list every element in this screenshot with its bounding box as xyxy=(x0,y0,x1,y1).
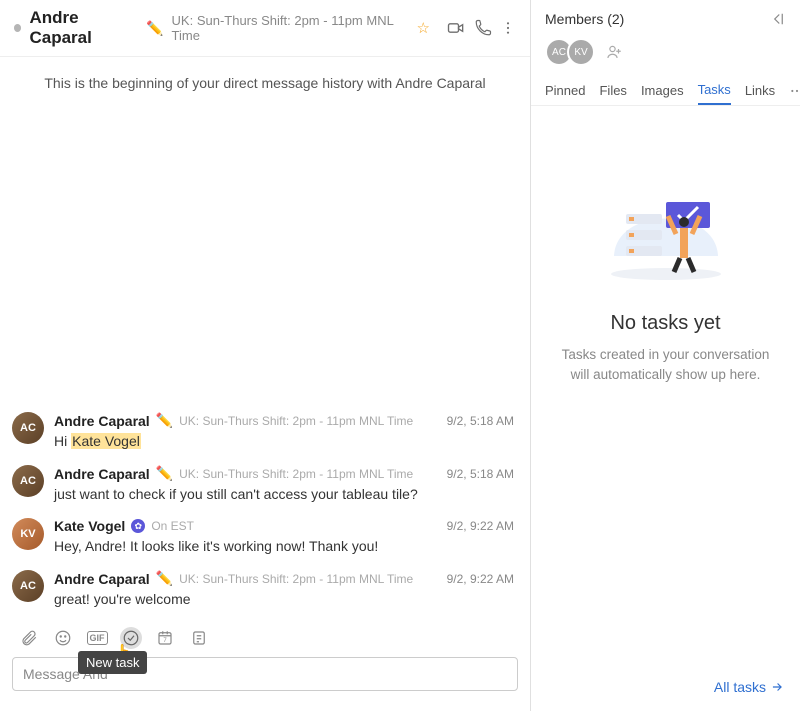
calendar-icon[interactable]: 7 xyxy=(154,627,176,649)
attach-icon[interactable] xyxy=(18,627,40,649)
author-status-emoji: ✏️ xyxy=(156,412,173,429)
author-badge-icon: ✿ xyxy=(131,519,145,533)
avatar[interactable]: KV xyxy=(12,518,44,550)
new-task-icon[interactable] xyxy=(120,627,142,649)
conversation-begin-text: This is the beginning of your direct mes… xyxy=(0,57,530,109)
message-author[interactable]: Andre Caparal xyxy=(54,466,150,482)
all-tasks-link[interactable]: All tasks xyxy=(714,679,784,695)
avatar[interactable]: AC xyxy=(12,412,44,444)
side-tabs: Pinned Files Images Tasks Links xyxy=(531,76,800,106)
tasks-empty-state: No tasks yet Tasks created in your conve… xyxy=(531,106,800,669)
members-avatars: AC KV xyxy=(531,38,800,76)
tab-pinned[interactable]: Pinned xyxy=(545,77,585,104)
tab-files[interactable]: Files xyxy=(599,77,626,104)
empty-description: Tasks created in your conversation will … xyxy=(557,345,774,386)
presence-dot xyxy=(14,24,21,32)
message-time: 9/2, 9:22 AM xyxy=(447,572,518,586)
message-text: great! you're welcome xyxy=(54,587,518,607)
author-status-text: UK: Sun-Thurs Shift: 2pm - 11pm MNL Time xyxy=(179,572,413,586)
tab-links[interactable]: Links xyxy=(745,77,775,104)
members-label[interactable]: Members (2) xyxy=(545,11,768,27)
avatar[interactable]: AC xyxy=(12,465,44,497)
message-author[interactable]: Kate Vogel xyxy=(54,518,125,534)
side-panel: Members (2) AC KV Pinned Files Images Ta… xyxy=(531,0,800,711)
add-member-icon[interactable] xyxy=(605,43,623,61)
member-avatar[interactable]: KV xyxy=(567,38,595,66)
arrow-right-icon xyxy=(770,680,784,694)
avatar[interactable]: AC xyxy=(12,570,44,602)
status-emoji: ✏️ xyxy=(146,20,163,37)
more-menu-icon[interactable] xyxy=(500,20,516,36)
all-tasks-footer: All tasks xyxy=(531,669,800,711)
conversation-title[interactable]: Andre Caparal xyxy=(29,8,138,48)
message-text: Hey, Andre! It looks like it's working n… xyxy=(54,534,518,554)
audio-call-icon[interactable] xyxy=(474,19,492,37)
note-icon[interactable] xyxy=(188,627,210,649)
collapse-panel-icon[interactable] xyxy=(768,10,786,28)
message-time: 9/2, 5:18 AM xyxy=(447,414,518,428)
message-author[interactable]: Andre Caparal xyxy=(54,571,150,587)
emoji-icon[interactable] xyxy=(52,627,74,649)
message-author[interactable]: Andre Caparal xyxy=(54,413,150,429)
conversation-panel: Andre Caparal ✏️ UK: Sun-Thurs Shift: 2p… xyxy=(0,0,531,711)
gif-icon[interactable]: GIF xyxy=(86,627,108,649)
message-item[interactable]: AC Andre Caparal ✏️ UK: Sun-Thurs Shift:… xyxy=(12,457,518,510)
message-item[interactable]: AC Andre Caparal ✏️ UK: Sun-Thurs Shift:… xyxy=(12,562,518,615)
message-time: 9/2, 5:18 AM xyxy=(447,467,518,481)
composer: GIF 7 👆 New task Message And xyxy=(0,621,530,711)
tab-tasks[interactable]: Tasks xyxy=(698,76,731,105)
empty-illustration xyxy=(596,166,736,286)
tabs-more-icon[interactable] xyxy=(789,83,800,99)
svg-text:7: 7 xyxy=(163,638,167,644)
message-item[interactable]: KV Kate Vogel ✿ On EST 9/2, 9:22 AM Hey,… xyxy=(12,510,518,562)
conversation-header: Andre Caparal ✏️ UK: Sun-Thurs Shift: 2p… xyxy=(0,0,530,57)
side-header: Members (2) xyxy=(531,0,800,38)
star-icon[interactable]: ☆ xyxy=(417,19,430,37)
tooltip: New task xyxy=(78,651,147,674)
empty-title: No tasks yet xyxy=(610,312,720,335)
author-status-text: UK: Sun-Thurs Shift: 2pm - 11pm MNL Time xyxy=(179,414,413,428)
tab-images[interactable]: Images xyxy=(641,77,684,104)
mention[interactable]: Kate Vogel xyxy=(71,433,141,449)
message-text: Hi Kate Vogel xyxy=(54,429,518,449)
author-status-text: On EST xyxy=(151,519,194,533)
author-status-emoji: ✏️ xyxy=(156,465,173,482)
message-text-part: Hi xyxy=(54,433,71,449)
status-text: UK: Sun-Thurs Shift: 2pm - 11pm MNL Time xyxy=(172,13,409,43)
message-list: AC Andre Caparal ✏️ UK: Sun-Thurs Shift:… xyxy=(0,109,530,621)
message-text: just want to check if you still can't ac… xyxy=(54,482,518,502)
video-call-icon[interactable] xyxy=(446,18,466,38)
message-time: 9/2, 9:22 AM xyxy=(447,519,518,533)
author-status-emoji: ✏️ xyxy=(156,570,173,587)
author-status-text: UK: Sun-Thurs Shift: 2pm - 11pm MNL Time xyxy=(179,467,413,481)
all-tasks-label: All tasks xyxy=(714,679,766,695)
message-item[interactable]: AC Andre Caparal ✏️ UK: Sun-Thurs Shift:… xyxy=(12,404,518,457)
